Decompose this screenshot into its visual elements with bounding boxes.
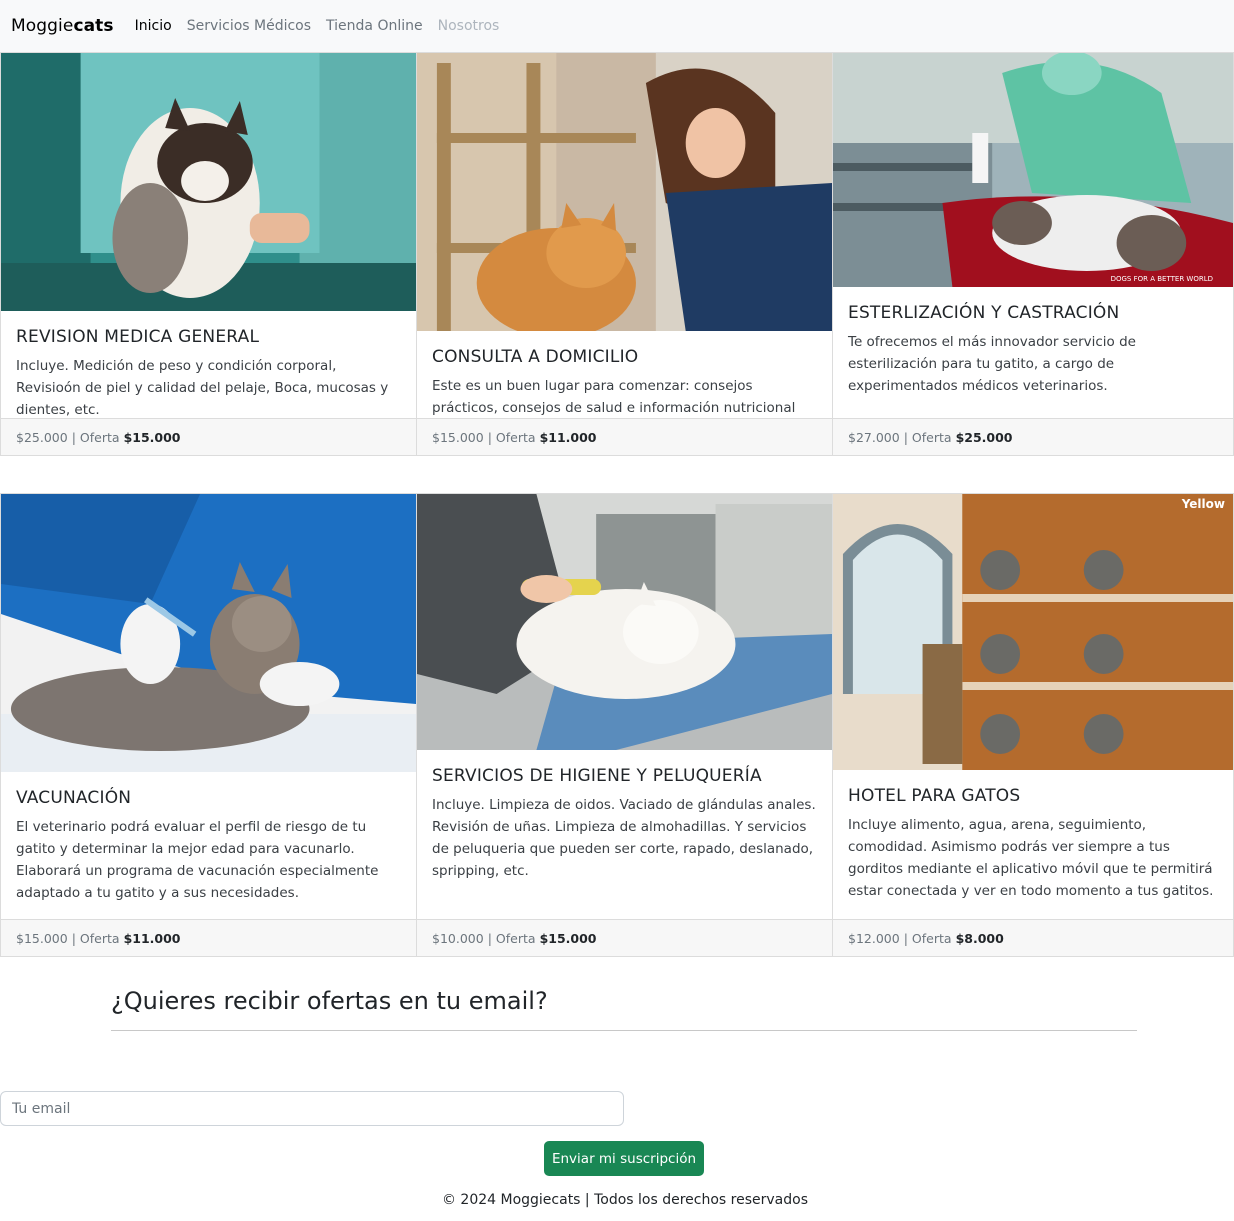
offer-price: $11.000	[123, 930, 181, 946]
navbar: Moggiecats Inicio Servicios Médicos Tien…	[0, 0, 1234, 52]
regular-price: $15.000	[432, 429, 484, 445]
image-watermark: Yellow	[1181, 497, 1225, 511]
card-image-vet-holding-cat	[1, 53, 416, 311]
newsletter-divider	[111, 1030, 1137, 1031]
card-text: Te ofrecemos el más innovador servicio d…	[848, 334, 1136, 394]
offer-price: $11.000	[539, 429, 597, 445]
card-text: El veterinario podrá evaluar el perfil d…	[16, 819, 379, 901]
brand-name: Moggie	[11, 16, 74, 36]
offer-label: Oferta	[495, 930, 536, 946]
card-footer-price: $25.000 | Oferta $15.000	[1, 418, 416, 455]
service-card-hotel-gatos: Yellow HOTEL PARA GATOS Incluye alimento…	[832, 493, 1234, 957]
card-image-vet-stethoscope-cat	[417, 53, 832, 331]
card-image-grooming-cat	[417, 494, 832, 750]
regular-price: $12.000	[848, 930, 900, 946]
nav-link-inicio[interactable]: Inicio	[135, 18, 172, 34]
regular-price: $27.000	[848, 429, 900, 445]
footer-copyright: © 2024 Moggiecats | Todos los derechos r…	[441, 1192, 809, 1208]
regular-price: $10.000	[432, 930, 484, 946]
offer-label: Oferta	[911, 930, 952, 946]
regular-price: $15.000	[16, 930, 68, 946]
brand-logo[interactable]: Moggiecats	[11, 16, 114, 36]
card-text: Incluye alimento, agua, arena, seguimien…	[848, 817, 1214, 899]
card-text: Incluye. Limpieza de oidos. Vaciado de g…	[432, 797, 816, 879]
service-card-vacunacion: VACUNACIÓN El veterinario podrá evaluar …	[0, 493, 417, 957]
card-footer-price: $15.000 | Oferta $11.000	[1, 919, 416, 956]
image-watermark: DOGS FOR A BETTER WORLD	[1110, 275, 1213, 283]
card-image-vaccination-cat	[1, 494, 416, 772]
offer-label: Oferta	[79, 429, 120, 445]
offer-price: $15.000	[123, 429, 181, 445]
card-title: SERVICIOS DE HIGIENE Y PELUQUERÍA	[432, 766, 762, 786]
card-title: REVISION MEDICA GENERAL	[16, 327, 260, 347]
nav-link-nosotros: Nosotros	[437, 18, 500, 34]
offer-label: Oferta	[495, 429, 536, 445]
email-input[interactable]	[0, 1091, 624, 1126]
subscribe-button[interactable]: Enviar mi suscripción	[544, 1141, 704, 1176]
offer-price: $15.000	[539, 930, 597, 946]
card-text: Incluye. Medición de peso y condición co…	[16, 358, 389, 418]
card-title: CONSULTA A DOMICILIO	[432, 347, 639, 367]
newsletter-title: ¿Quieres recibir ofertas en tu email?	[111, 987, 548, 1015]
service-card-esterilizacion: DOGS FOR A BETTER WORLD ESTERLIZACIÓN Y …	[832, 52, 1234, 456]
card-footer-price: $15.000 | Oferta $11.000	[417, 418, 832, 455]
service-card-consulta-domicilio: CONSULTA A DOMICILIO Este es un buen lug…	[416, 52, 833, 456]
card-footer-price: $12.000 | Oferta $8.000	[833, 919, 1233, 956]
card-image-surgery-cat: DOGS FOR A BETTER WORLD	[833, 53, 1233, 287]
offer-label: Oferta	[911, 429, 952, 445]
nav-link-servicios-medicos[interactable]: Servicios Médicos	[187, 18, 311, 34]
brand-name-bold: cats	[73, 16, 114, 36]
offer-label: Oferta	[79, 930, 120, 946]
offer-price: $25.000	[955, 429, 1013, 445]
card-image-cat-hotel: Yellow	[833, 494, 1233, 770]
offer-price: $8.000	[955, 930, 1004, 946]
service-card-higiene-peluqueria: SERVICIOS DE HIGIENE Y PELUQUERÍA Incluy…	[416, 493, 833, 957]
card-title: VACUNACIÓN	[16, 788, 132, 808]
service-card-revision-medica: REVISION MEDICA GENERAL Incluye. Medició…	[0, 52, 417, 456]
card-footer-price: $10.000 | Oferta $15.000	[417, 919, 832, 956]
card-footer-price: $27.000 | Oferta $25.000	[833, 418, 1233, 455]
nav-link-tienda-online[interactable]: Tienda Online	[326, 18, 423, 34]
regular-price: $25.000	[16, 429, 68, 445]
card-title: HOTEL PARA GATOS	[848, 786, 1021, 806]
card-title: ESTERLIZACIÓN Y CASTRACIÓN	[848, 303, 1120, 323]
